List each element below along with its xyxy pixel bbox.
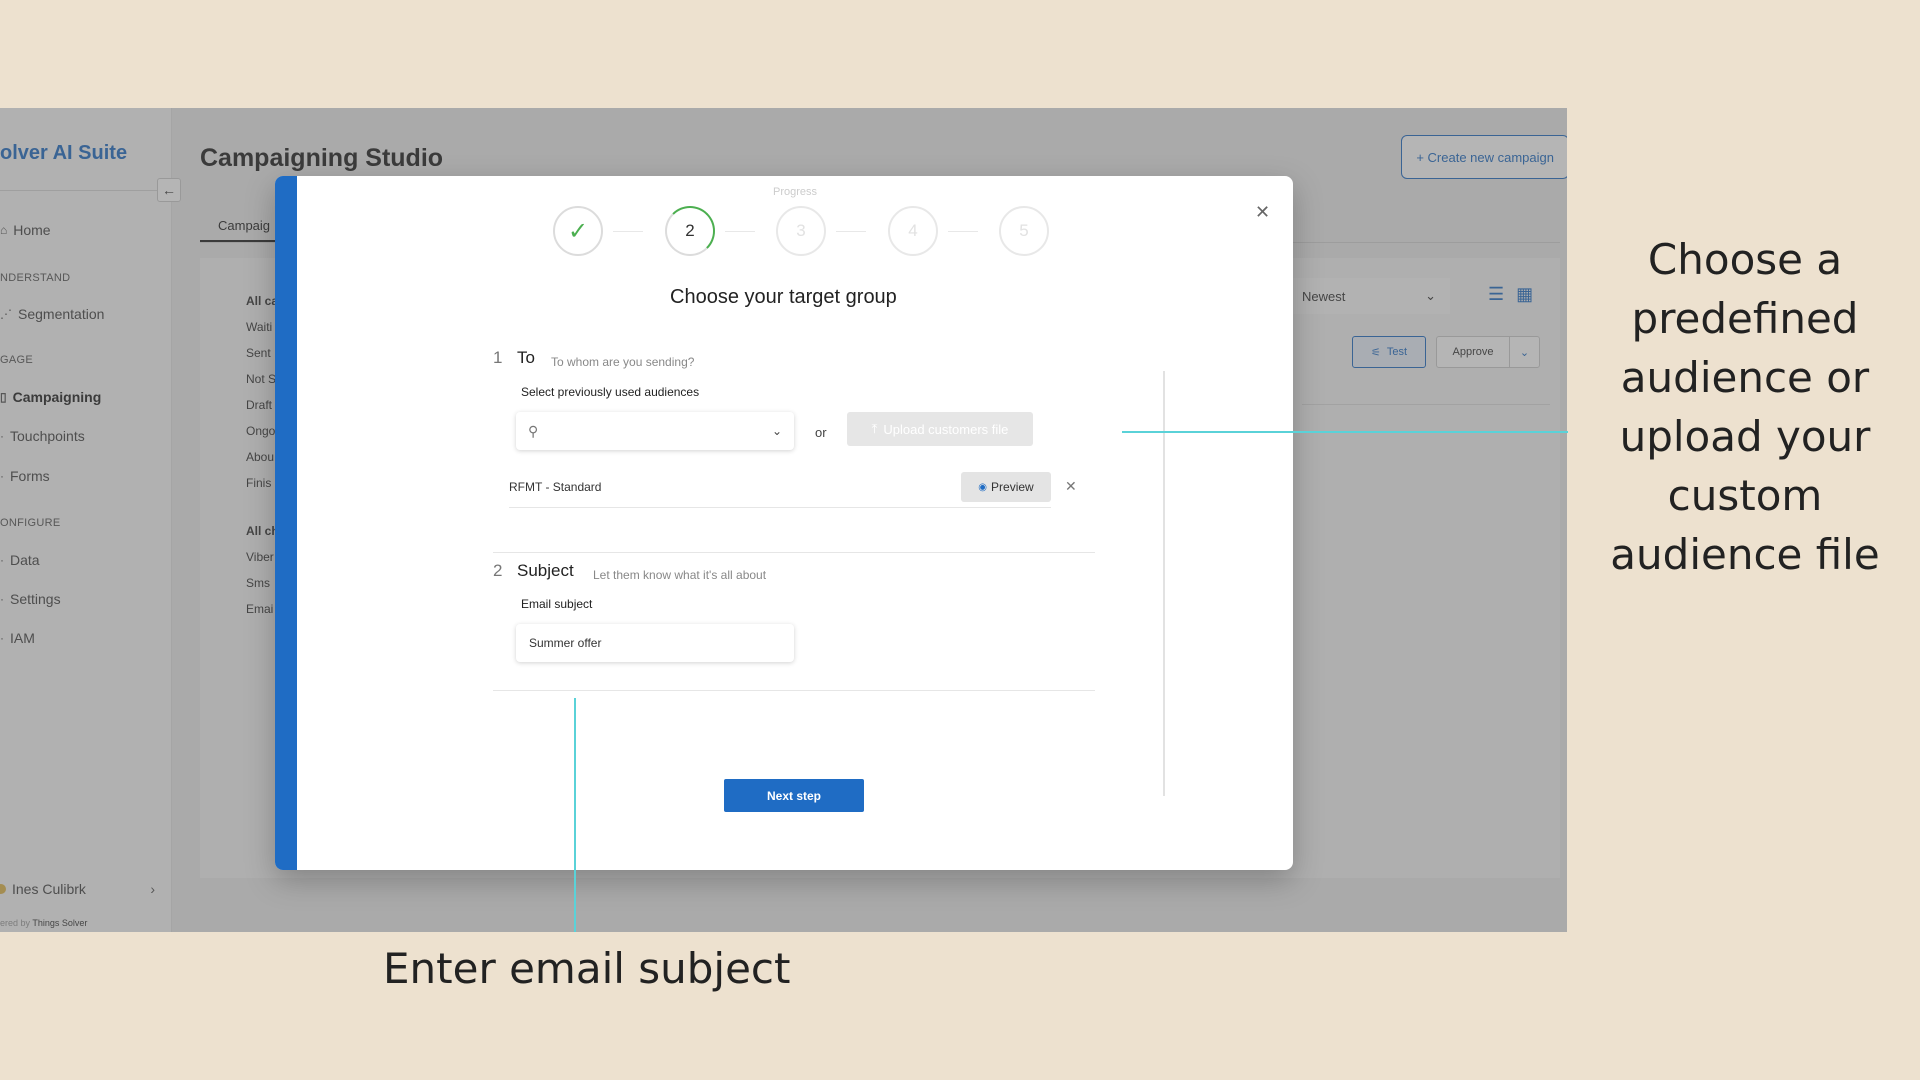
vertical-divider	[1163, 371, 1165, 796]
section-number: 1	[493, 348, 503, 367]
section-title-subject: Subject	[517, 561, 574, 580]
step-connector	[613, 231, 643, 232]
chevron-down-icon: ⌄	[771, 424, 782, 438]
step-2-current[interactable]: 2	[665, 206, 715, 256]
close-icon[interactable]: ✕	[1255, 202, 1270, 223]
step-5[interactable]: 5	[999, 206, 1049, 256]
step-connector	[948, 231, 978, 232]
callout-line-audience	[1122, 431, 1568, 433]
audience-search-select[interactable]: ⚲ ⌄	[516, 412, 794, 450]
upload-icon: ⤒	[871, 421, 878, 436]
or-label: or	[815, 425, 827, 440]
modal-title: Choose your target group	[670, 286, 897, 308]
check-icon: ✓	[567, 217, 589, 245]
upload-button-label: Upload customers file	[883, 421, 1009, 437]
callout-subject: Enter email subject	[383, 944, 791, 993]
section-title-to: To	[517, 348, 535, 367]
step-1-complete[interactable]: ✓	[553, 206, 603, 256]
section-number: 2	[493, 561, 503, 580]
audience-field-label: Select previously used audiences	[521, 385, 700, 399]
upload-customers-file-button[interactable]: ⤒ Upload customers file	[847, 412, 1033, 446]
section-divider	[493, 690, 1095, 691]
eye-icon: ◉	[978, 481, 988, 493]
callout-audience: Choose a predefined audience or upload y…	[1610, 235, 1880, 579]
preview-button[interactable]: ◉ Preview	[961, 472, 1051, 502]
app-screenshot: olver AI Suite ← ⌂ Home NDERSTAND ⋰ Segm…	[0, 108, 1567, 932]
campaign-wizard-modal: Progress ✓ 2 3 4 5 ✕ Choose your target …	[275, 176, 1293, 870]
step-connector	[836, 231, 866, 232]
section-hint: To whom are you sending?	[551, 355, 695, 369]
email-subject-input[interactable]: Summer offer	[516, 624, 794, 662]
selected-audience-row: RFMT - Standard ◉ Preview ✕	[509, 468, 1077, 508]
step-4[interactable]: 4	[888, 206, 938, 256]
next-step-button[interactable]: Next step	[724, 779, 864, 812]
preview-button-label: Preview	[991, 480, 1034, 494]
subject-field-label: Email subject	[521, 597, 593, 611]
remove-audience-icon[interactable]: ✕	[1065, 478, 1077, 495]
section-hint: Let them know what it's all about	[593, 568, 767, 582]
modal-accent-bar	[275, 176, 297, 870]
audience-name: RFMT - Standard	[509, 480, 602, 494]
step-connector	[725, 231, 755, 232]
search-icon: ⚲	[528, 422, 539, 439]
section-divider	[493, 552, 1095, 553]
step-3[interactable]: 3	[776, 206, 826, 256]
progress-label: Progress	[773, 186, 818, 198]
callout-line-subject	[574, 698, 576, 932]
